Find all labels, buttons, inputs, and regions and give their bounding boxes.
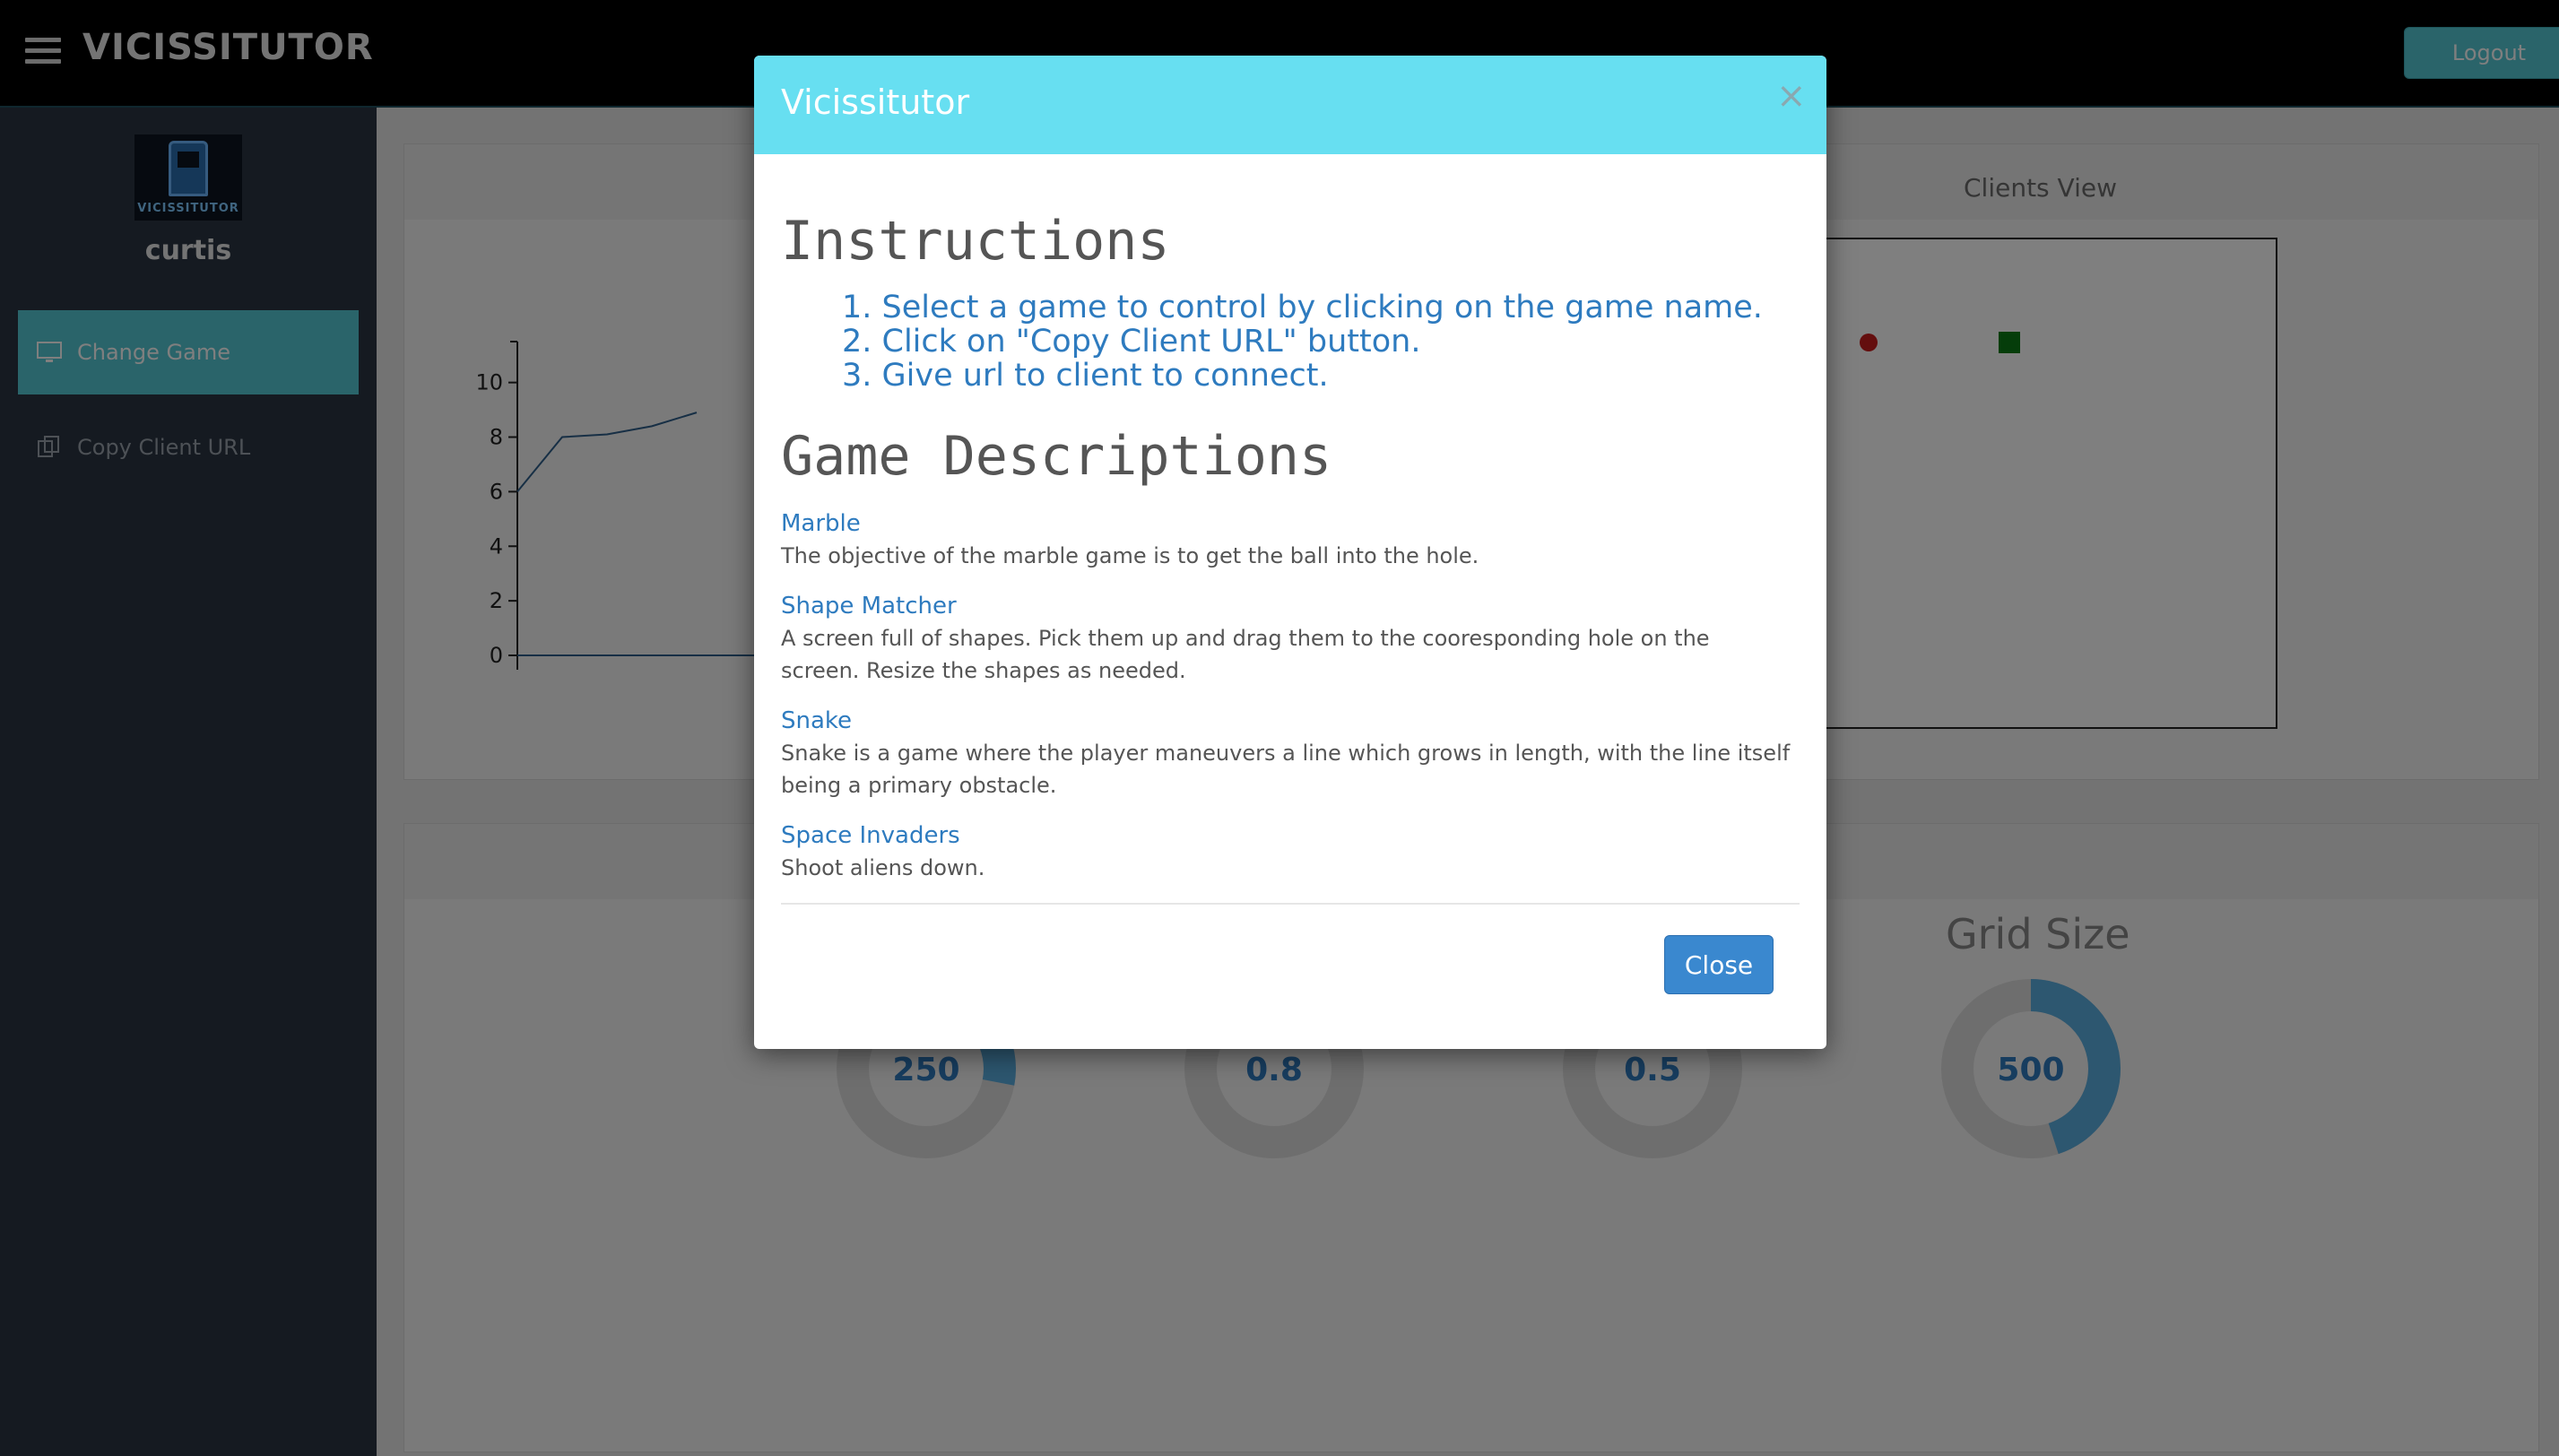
- game-description: Snake is a game where the player maneuve…: [781, 741, 1791, 798]
- game-link-shape-matcher[interactable]: Shape Matcher: [781, 593, 957, 620]
- instruction-step: 3. Give url to client to connect.: [842, 358, 1329, 394]
- close-button[interactable]: Close: [1664, 935, 1774, 994]
- game-description: A screen full of shapes. Pick them up an…: [781, 626, 1710, 683]
- instructions-modal: Vicissitutor × Instructions 1. Select a …: [754, 56, 1826, 1049]
- instructions-heading: Instructions: [781, 210, 1170, 273]
- game-link-snake[interactable]: Snake: [781, 707, 852, 734]
- instruction-steps: 1. Select a game to control by clicking …: [842, 290, 1763, 393]
- game-description: Shoot aliens down.: [781, 855, 985, 880]
- modal-title: Vicissitutor: [781, 82, 970, 122]
- modal-divider: [781, 903, 1800, 905]
- instruction-step: 2. Click on "Copy Client URL" button.: [842, 324, 1421, 360]
- game-link-space-invaders[interactable]: Space Invaders: [781, 822, 960, 849]
- instruction-step: 1. Select a game to control by clicking …: [842, 290, 1763, 325]
- game-descriptions-heading: Game Descriptions: [781, 425, 1332, 488]
- modal-header: Vicissitutor ×: [754, 56, 1826, 154]
- game-description: The objective of the marble game is to g…: [781, 543, 1479, 568]
- close-icon[interactable]: ×: [1776, 75, 1807, 117]
- game-link-marble[interactable]: Marble: [781, 510, 861, 537]
